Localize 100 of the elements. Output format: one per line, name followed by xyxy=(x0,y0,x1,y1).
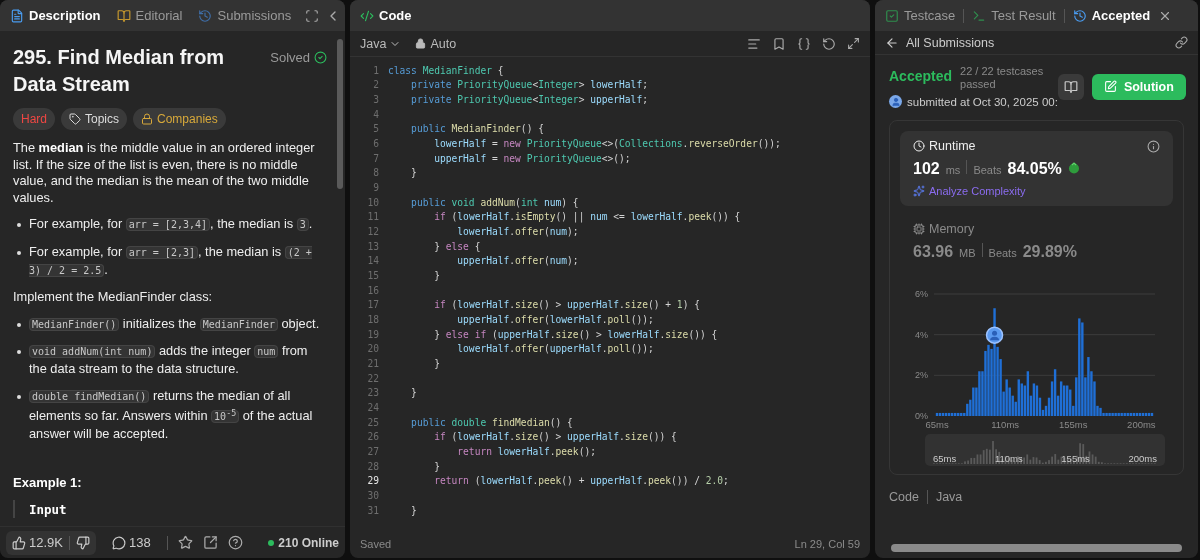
code-line: if (lowerHalf.size() > upperHalf.size() + 1) { xyxy=(433,299,700,311)
line-number: 22 xyxy=(366,372,380,384)
bullet-icon xyxy=(17,223,21,228)
code-line: private PriorityQueue<Integer> upperHalf; xyxy=(410,94,648,106)
star-icon[interactable] xyxy=(177,535,193,550)
code-line: if (lowerHalf.isEmpty() || num <= lowerHalf.peek()) { xyxy=(433,211,741,223)
language-select[interactable]: Java xyxy=(360,36,402,51)
document-icon xyxy=(10,8,24,23)
testcase-count: 22 / 22 testcases passed xyxy=(960,65,1045,91)
tab[interactable]: Editorial xyxy=(114,8,185,23)
bullet-icon xyxy=(17,350,21,355)
comment-icon xyxy=(112,535,126,550)
horizontal-scrollbar[interactable] xyxy=(891,544,1182,552)
axis-label: 0% xyxy=(915,411,928,421)
like-button[interactable]: 12.9K xyxy=(6,535,69,550)
lock-icon xyxy=(415,38,427,49)
thumbs-down-icon xyxy=(76,535,90,550)
line-number: 27 xyxy=(366,445,380,457)
problem-title: 295. Find Median from Data Stream xyxy=(13,45,226,97)
code-line: upperHalf.offer(lowerHalf.poll()); xyxy=(456,314,654,325)
history-icon xyxy=(198,8,213,23)
range-overview[interactable]: 65ms 110ms 155ms 200ms xyxy=(925,434,1165,466)
bullet-icon xyxy=(17,322,21,327)
checkbox-icon xyxy=(885,8,899,23)
avatar-icon xyxy=(889,95,902,108)
description-text: For example, for arr = [2,3] , the median is (2 + 3) / 2 = 2.5 . xyxy=(29,243,313,279)
bullet-icon xyxy=(17,250,21,255)
verdict: Accepted xyxy=(889,68,953,84)
line-number: 8 xyxy=(372,167,380,179)
line-number: 30 xyxy=(366,489,380,501)
line-number: 9 xyxy=(372,182,380,194)
editorial-button[interactable] xyxy=(1057,73,1084,100)
tag[interactable]: Topics xyxy=(61,108,128,130)
line-number: 5 xyxy=(372,123,380,135)
share-icon[interactable] xyxy=(202,535,218,550)
history-icon xyxy=(1072,8,1087,23)
lock-icon xyxy=(141,113,154,125)
code-line: return (lowerHalf.peek() + upperHalf.peek()) / 2.0; xyxy=(433,475,729,487)
panel-title: Code xyxy=(379,8,412,23)
line-number: 2 xyxy=(372,79,380,91)
axis-label: 200ms xyxy=(1128,453,1157,464)
axis-label: 4% xyxy=(915,329,928,340)
link-icon[interactable] xyxy=(1175,36,1188,49)
axis-label: 110ms xyxy=(994,453,1023,464)
axis-label: 65ms xyxy=(925,419,949,430)
code-line: if (lowerHalf.size() > upperHalf.size()) { xyxy=(433,431,677,443)
example-label: Input xyxy=(29,501,67,517)
clock-icon xyxy=(913,140,925,152)
code-line: public double findMedian() { xyxy=(410,416,573,428)
back-link[interactable]: All Submissions xyxy=(885,35,995,50)
tab[interactable]: Accepted xyxy=(1070,8,1153,23)
tab[interactable]: Test Result xyxy=(970,8,1058,23)
code-line: } else if (upperHalf.size() > lowerHalf.size()) { xyxy=(433,328,718,340)
help-icon[interactable] xyxy=(227,535,243,550)
bookmark-icon[interactable] xyxy=(772,36,786,51)
line-number: 4 xyxy=(372,108,380,120)
metric-card[interactable]: Memory 63.96 MB Beats 29.89% xyxy=(900,214,1173,270)
description-text: The median is the middle value in an ordered integer list. If the size of the list is even, there is no middle value, and the median is the mean of the two middle values. xyxy=(13,140,316,207)
pen-icon xyxy=(1103,80,1117,93)
code-line: lowerHalf.offer(num); xyxy=(456,226,579,238)
tab[interactable]: Submissions xyxy=(196,8,294,23)
metric-label: Runtime xyxy=(929,139,976,153)
tab[interactable]: Description xyxy=(8,8,103,23)
description-text: For example, for arr = [2,3,4] , the median is 3 . xyxy=(29,216,313,234)
example-heading: Example 1: xyxy=(13,474,82,490)
expand-icon[interactable] xyxy=(847,36,860,51)
bullet-icon xyxy=(17,394,21,399)
tab[interactable]: Testcase xyxy=(883,8,958,23)
line-number: 18 xyxy=(366,314,380,325)
code-line: upperHalf = new PriorityQueue<>(); xyxy=(433,152,631,164)
code-line: } xyxy=(410,504,417,516)
line-number: 28 xyxy=(366,460,380,472)
line-number: 10 xyxy=(366,196,380,208)
comments-button[interactable]: 138 xyxy=(106,535,157,550)
metric-card[interactable]: Runtime 102 ms Beats 84.05% Analyze Complexity xyxy=(900,131,1173,206)
line-number: 11 xyxy=(366,211,380,223)
description-text: Implement the MedianFinder class: xyxy=(13,289,214,306)
code-line: public void addNum(int num) { xyxy=(410,196,579,208)
braces-icon[interactable] xyxy=(797,36,811,51)
code-line: private PriorityQueue<Integer> lowerHalf; xyxy=(410,79,648,91)
code-line: upperHalf.offer(num); xyxy=(456,255,579,267)
submitted-time: submitted at Oct 30, 2025 00: xyxy=(907,95,1058,108)
reset-icon[interactable] xyxy=(822,36,836,51)
info-icon[interactable] xyxy=(1147,139,1160,153)
thumbs-up-icon xyxy=(12,535,26,550)
code-line: } xyxy=(433,357,440,369)
tag[interactable]: Companies xyxy=(133,108,226,130)
format-icon[interactable] xyxy=(747,36,761,51)
line-number: 19 xyxy=(366,328,380,340)
sparkle-icon xyxy=(913,185,925,197)
check-icon xyxy=(314,51,327,64)
scrollbar[interactable] xyxy=(337,39,343,189)
line-number: 3 xyxy=(372,94,380,106)
code-line: } xyxy=(410,167,417,179)
metric-unit: ms xyxy=(945,164,961,176)
description-text: double findMedian() returns the median of all elements so far. Answers within 10$^{-5}$ of the actual answer will be accepted. xyxy=(29,387,314,443)
maximize-icon[interactable] xyxy=(305,8,320,23)
code-line: public MedianFinder() { xyxy=(410,123,544,135)
line-number: 16 xyxy=(366,284,380,296)
line-number: 15 xyxy=(366,270,380,281)
